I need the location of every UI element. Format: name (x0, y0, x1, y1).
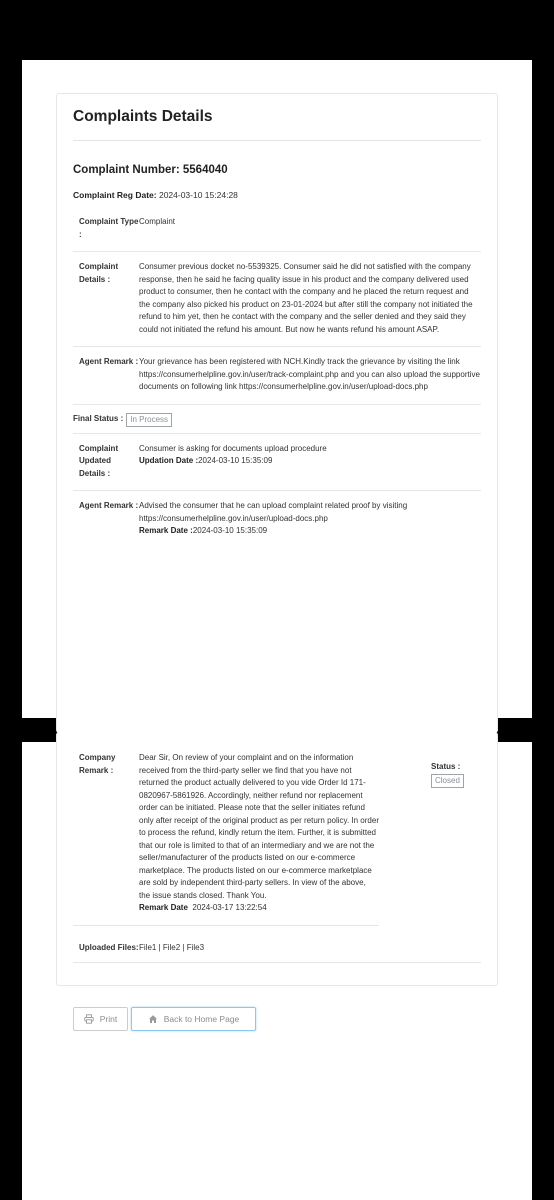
complaint-details-card: Complaints Details Complaint Number: 556… (56, 93, 498, 733)
company-remark-text: Dear Sir, On review of your complaint an… (139, 753, 379, 900)
final-status-label: Final Status : (73, 414, 124, 424)
company-remark-date-label: Remark Date (139, 903, 188, 912)
agent-remark-2-text: Advised the consumer that he can upload … (139, 501, 408, 523)
status-badge: In Process (126, 412, 173, 427)
uploaded-files-value[interactable]: File1 | File2 | File3 (139, 942, 204, 955)
agent-remark-label: Agent Remark : (79, 357, 139, 366)
updation-date-label: Updation Date : (139, 456, 199, 465)
complaint-details-card-continued: Company Remark : Dear Sir, On review of … (56, 732, 498, 1031)
agent-remark-value: Your grievance has been registered with … (139, 357, 480, 391)
title-divider (73, 140, 481, 141)
page-one: Complaints Details Complaint Number: 556… (22, 60, 532, 733)
remark-date-label: Remark Date : (139, 526, 193, 535)
updation-date: Updation Date :2024-03-10 15:35:09 (139, 455, 481, 468)
home-label: Back to Home Page (163, 1014, 240, 1024)
back-to-home-button[interactable]: Back to Home Page (131, 1007, 256, 1031)
updated-details-value: Consumer is asking for documents upload … (139, 443, 481, 481)
company-remark-date-value: 2024-03-17 13:22:54 (192, 903, 267, 912)
row-company-remark: Company Remark : Dear Sir, On review of … (73, 752, 379, 926)
company-remark-value: Dear Sir, On review of your complaint an… (139, 752, 379, 915)
updated-details-label: Complaint Updated Details : (79, 443, 119, 478)
remark-date-value: 2024-03-10 15:35:09 (192, 526, 268, 535)
complaint-type-value: Complaint (139, 217, 176, 226)
company-remark-label: Company Remark : (79, 753, 116, 775)
agent-remark-2-value: Advised the consumer that he can upload … (139, 500, 481, 538)
row-complaint-type: Complaint Type : Complaint (73, 207, 481, 252)
company-status: Status : Closed (431, 762, 464, 788)
page-title: Complaints Details (73, 108, 213, 125)
row-final-status: Final Status : In Process (73, 405, 481, 434)
row-updated-details: Complaint Updated Details : Consumer is … (73, 434, 481, 491)
complaint-details-label: Complaint Details : (79, 262, 119, 284)
agent-remark-2-label: Agent Remark : (79, 501, 139, 510)
row-agent-remark-2: Agent Remark : Advised the consumer that… (73, 491, 481, 548)
details-table: Complaint Type : Complaint Complaint Det… (73, 207, 481, 548)
row-uploaded-files: Uploaded Files: File1 | File2 | File3 (73, 942, 481, 963)
row-complaint-details: Complaint Details : Consumer previous do… (73, 252, 481, 347)
updated-details-text: Consumer is asking for documents upload … (139, 443, 327, 453)
printer-icon (84, 1014, 94, 1024)
status-label: Status : (431, 762, 461, 771)
complaint-type-label: Complaint Type : (79, 217, 139, 239)
row-agent-remark: Agent Remark : Your grievance has been r… (73, 347, 481, 405)
updation-date-value: 2024-03-10 15:35:09 (198, 456, 273, 465)
reg-date-value: 2024-03-10 15:24:28 (158, 190, 238, 200)
home-icon (148, 1014, 158, 1024)
company-remark-table: Company Remark : Dear Sir, On review of … (73, 752, 379, 926)
status-badge-closed: Closed (431, 774, 464, 788)
print-label: Print (99, 1014, 118, 1024)
uploaded-files-label: Uploaded Files: (79, 943, 139, 952)
company-remark-date: Remark Date 2024-03-17 13:22:54 (139, 902, 379, 915)
page-two: Company Remark : Dear Sir, On review of … (22, 732, 532, 1200)
reg-date-label: Complaint Reg Date: (73, 190, 157, 200)
print-button[interactable]: Print (73, 1007, 128, 1031)
complaint-number: Complaint Number: 5564040 (73, 164, 228, 176)
complaint-details-value: Consumer previous docket no-5539325. Con… (139, 262, 473, 334)
remark-date: Remark Date :2024-03-10 15:35:09 (139, 525, 481, 538)
complaint-reg-date: Complaint Reg Date: 2024-03-10 15:24:28 (73, 190, 238, 200)
